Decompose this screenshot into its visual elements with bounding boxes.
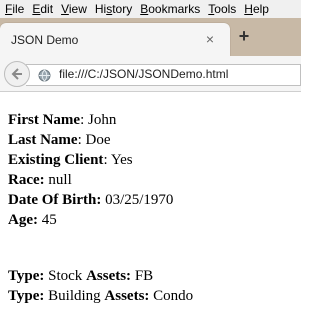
menu-history-label-b: tory xyxy=(112,2,133,16)
asset-value: FB xyxy=(134,268,154,284)
menu-tools[interactable]: Tools xyxy=(203,0,239,18)
asset-category: Stock xyxy=(48,268,83,284)
field-sep: : xyxy=(80,112,88,128)
field-value: Yes xyxy=(110,152,133,168)
asset-type-label: Type: xyxy=(8,268,45,284)
menu-help-label: elp xyxy=(252,2,269,16)
menu-file-label: ile xyxy=(12,2,25,16)
menu-bookmarks-label: ookmarks xyxy=(148,2,201,16)
field-label: First Name xyxy=(8,112,81,128)
field-last-name: Last Name: Doe xyxy=(8,130,193,150)
asset-row-building: Type: Building Assets: Condo xyxy=(8,286,193,306)
menu-view-label: iew xyxy=(68,2,87,16)
field-sep: : xyxy=(103,152,111,168)
field-age: Age: 45 xyxy=(8,210,193,230)
menu-edit[interactable]: Edit xyxy=(27,0,56,18)
menu-bookmarks[interactable]: Bookmarks xyxy=(135,0,203,18)
field-label: Date Of Birth: xyxy=(8,192,102,208)
field-first-name: First Name: John xyxy=(8,110,193,130)
field-value: Doe xyxy=(85,132,111,148)
field-label: Race: xyxy=(8,172,45,188)
field-value: 45 xyxy=(41,212,57,228)
menu-edit-label: dit xyxy=(40,2,54,16)
menu-help[interactable]: Help xyxy=(239,0,272,18)
asset-row-stock: Type: Stock Assets: FB xyxy=(8,266,193,286)
close-tab-icon[interactable]: × xyxy=(202,31,218,47)
menu-bar: File Edit View History Bookmarks Tools H… xyxy=(0,0,301,18)
asset-assets-label: Assets: xyxy=(104,288,150,304)
back-arrow-icon xyxy=(11,68,22,80)
tab-json-demo[interactable]: JSON Demo × xyxy=(0,23,230,56)
asset-type-label: Type: xyxy=(8,288,45,304)
menu-history[interactable]: History xyxy=(90,0,135,18)
menu-history-label-a: Hi xyxy=(94,2,107,16)
globe-icon xyxy=(38,69,51,82)
field-race: Race: null xyxy=(8,170,193,190)
asset-category: Building xyxy=(48,288,101,304)
field-value: John xyxy=(87,112,117,128)
field-label: Last Name xyxy=(8,132,78,148)
menu-file[interactable]: File xyxy=(0,0,27,18)
menu-help-accel: H xyxy=(244,2,253,16)
field-value: null xyxy=(48,172,72,188)
navigation-bar: file:///C:/JSON/JSONDemo.html xyxy=(0,56,301,92)
back-button[interactable] xyxy=(4,61,30,87)
url-text: file:///C:/JSON/JSONDemo.html xyxy=(59,67,229,81)
asset-value: Condo xyxy=(153,288,194,304)
field-label: Age: xyxy=(8,212,38,228)
page-content: First Name: John Last Name: Doe Existing… xyxy=(8,110,193,306)
field-date-of-birth: Date Of Birth: 03/25/1970 xyxy=(8,190,193,210)
tab-strip: JSON Demo × + xyxy=(0,18,301,56)
tab-title: JSON Demo xyxy=(11,33,79,47)
field-value: 03/25/1970 xyxy=(105,192,174,208)
asset-assets-label: Assets: xyxy=(86,268,132,284)
field-existing-client: Existing Client: Yes xyxy=(8,150,193,170)
menu-tools-label: ools xyxy=(214,2,237,16)
field-label: Existing Client xyxy=(8,152,104,168)
new-tab-icon[interactable]: + xyxy=(236,26,252,47)
field-sep: : xyxy=(77,132,86,148)
menu-view-accel: V xyxy=(61,2,69,16)
menu-view[interactable]: View xyxy=(56,0,90,18)
